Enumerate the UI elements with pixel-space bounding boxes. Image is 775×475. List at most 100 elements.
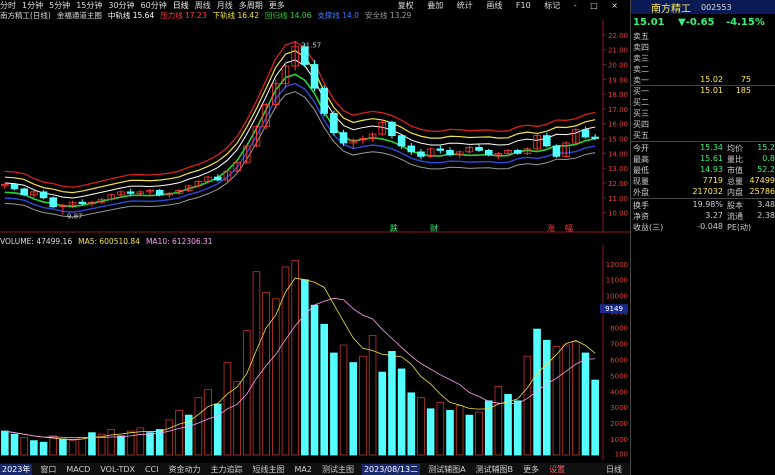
bottom-tab[interactable]: 2023年 xyxy=(0,463,33,475)
quote-label: 卖五 xyxy=(633,32,649,41)
quote-row: 买三 xyxy=(633,108,775,118)
volume-bar xyxy=(107,429,116,456)
quote-value xyxy=(723,119,751,129)
bottom-tab[interactable]: VOL-TDX xyxy=(98,465,137,474)
bottom-tab[interactable]: 资金动力 xyxy=(167,464,203,475)
volume-bar xyxy=(10,433,19,456)
close-icon[interactable]: × xyxy=(611,1,618,10)
quote-value: -0.048 xyxy=(697,222,723,231)
volume-bar xyxy=(426,408,435,456)
volume-axis-label: 6000 xyxy=(610,356,628,364)
volume-bar xyxy=(291,260,299,456)
volume-bar xyxy=(204,389,212,456)
bottom-tab[interactable]: 测试主图 xyxy=(320,464,356,475)
volume-bar xyxy=(397,368,406,456)
volume-bar xyxy=(30,440,38,456)
settings-tab[interactable]: 设置 xyxy=(547,464,567,475)
bottom-tab[interactable]: 更多 xyxy=(521,464,541,475)
quote-label: 总量 xyxy=(727,177,743,186)
quote-label: 卖三 xyxy=(633,54,649,63)
volume-chart-svg[interactable]: 1200011000100009000800070006000500040003… xyxy=(0,245,630,460)
period-tab[interactable]: 60分钟 xyxy=(141,0,167,10)
overlay-button[interactable]: 叠加 xyxy=(427,1,443,10)
period-tab-active[interactable]: 日线 xyxy=(173,0,189,10)
candle-body xyxy=(475,147,483,151)
candle-body xyxy=(552,145,561,157)
quote-row: 买五 xyxy=(633,130,775,140)
volume-bar xyxy=(533,328,541,456)
candle-body xyxy=(591,136,599,139)
period-tab[interactable]: 1分钟 xyxy=(22,0,43,10)
quote-value: 15.2 xyxy=(757,143,775,152)
price-change: ▼-0.65 xyxy=(678,16,715,28)
date-cursor-tab[interactable]: 2023/08/13二 xyxy=(361,463,421,475)
last-price: 15.01 xyxy=(633,16,665,28)
quote-label: 最低 xyxy=(633,166,649,175)
quote-label: PE(动) xyxy=(727,223,752,232)
candle-body xyxy=(407,145,416,153)
period-tab[interactable]: 更多 xyxy=(269,0,285,10)
price-axis-label: 11.00 xyxy=(608,195,628,203)
divider xyxy=(631,198,775,199)
volume-bar xyxy=(59,438,67,456)
price-axis-label: 21.00 xyxy=(608,47,628,55)
volume-bar xyxy=(49,435,58,456)
quote-row: 买四 xyxy=(633,119,775,129)
high-price-label: 21.57 xyxy=(301,41,321,49)
fuquan-button[interactable]: 复权 xyxy=(398,1,414,10)
period-tab[interactable]: 5分钟 xyxy=(49,0,70,10)
candle-body xyxy=(78,201,87,205)
price-chart[interactable]: 22.00 21.00 20.00 19.00 18.00 17.00 16.00 15.00… xyxy=(0,20,630,233)
quote-value: 15.34 xyxy=(700,143,723,152)
maximize-icon[interactable]: □ xyxy=(590,1,598,10)
volume-bar xyxy=(301,279,309,456)
indicator-name[interactable]: 金福通道主图 xyxy=(57,10,102,20)
draw-button[interactable]: 画线 xyxy=(486,1,502,10)
quote-label: 买三 xyxy=(633,109,649,118)
volume-bar xyxy=(233,381,241,456)
daily-label[interactable]: 日线 xyxy=(604,464,624,475)
period-tab[interactable]: 15分钟 xyxy=(76,0,102,10)
quote-label: 收益(三) xyxy=(633,223,664,232)
quote-value: 2.38 xyxy=(757,211,775,220)
period-tab[interactable]: 30分钟 xyxy=(108,0,134,10)
bottom-tab[interactable]: MA2 xyxy=(293,465,314,474)
stats-button[interactable]: 统计 xyxy=(457,1,473,10)
volume-axis-label: 11000 xyxy=(606,277,628,285)
period-tab[interactable]: 月线 xyxy=(217,0,233,10)
bottom-tab[interactable]: 窗口 xyxy=(38,464,58,475)
quote-value: 15.01 xyxy=(700,86,723,95)
quote-row: 卖二 xyxy=(633,64,775,74)
volume-axis-label: 1000 xyxy=(610,436,628,444)
volume-bar xyxy=(542,339,551,456)
quote-label: 均价 xyxy=(727,144,743,153)
middle-line xyxy=(4,59,596,199)
bottom-tab[interactable]: 测试辅图A xyxy=(426,464,467,475)
volume-bar xyxy=(117,435,125,456)
quote-label: 流通 xyxy=(727,212,743,221)
f10-button[interactable]: F10 xyxy=(516,1,531,10)
volume-chart[interactable]: 1200011000100009000800070006000500040003… xyxy=(0,245,630,460)
period-tab[interactable]: 分时 xyxy=(0,0,16,10)
price-axis-label: 13.00 xyxy=(608,165,628,173)
bottom-tab[interactable]: 主力追踪 xyxy=(209,464,245,475)
price-axis-label: 18.00 xyxy=(608,91,628,99)
quote-row: 卖四 xyxy=(633,42,775,52)
price-chart-svg[interactable]: 22.00 21.00 20.00 19.00 18.00 17.00 16.00 15.00… xyxy=(0,20,630,233)
bottom-tab[interactable]: 短线主图 xyxy=(251,464,287,475)
bottom-tab[interactable]: 测试辅图B xyxy=(474,464,516,475)
bottom-tab[interactable]: CCI xyxy=(143,465,161,474)
minimize-icon[interactable]: - xyxy=(574,1,577,10)
candle-body xyxy=(301,46,309,65)
period-tab[interactable]: 多周期 xyxy=(239,0,263,10)
candle-body xyxy=(397,135,406,147)
mark-button[interactable]: 标记 xyxy=(544,1,560,10)
volume-axis-label: 5000 xyxy=(610,372,628,380)
quote-row: 换手 19.98% 股本 3.48 xyxy=(633,200,775,210)
volume-bar xyxy=(88,432,96,456)
candle-body xyxy=(20,188,28,196)
quote-label: 外盘 xyxy=(633,188,649,197)
period-tab[interactable]: 周线 xyxy=(195,0,211,10)
volume-axis-label: 2000 xyxy=(610,420,628,428)
bottom-tab[interactable]: MACD xyxy=(64,465,92,474)
